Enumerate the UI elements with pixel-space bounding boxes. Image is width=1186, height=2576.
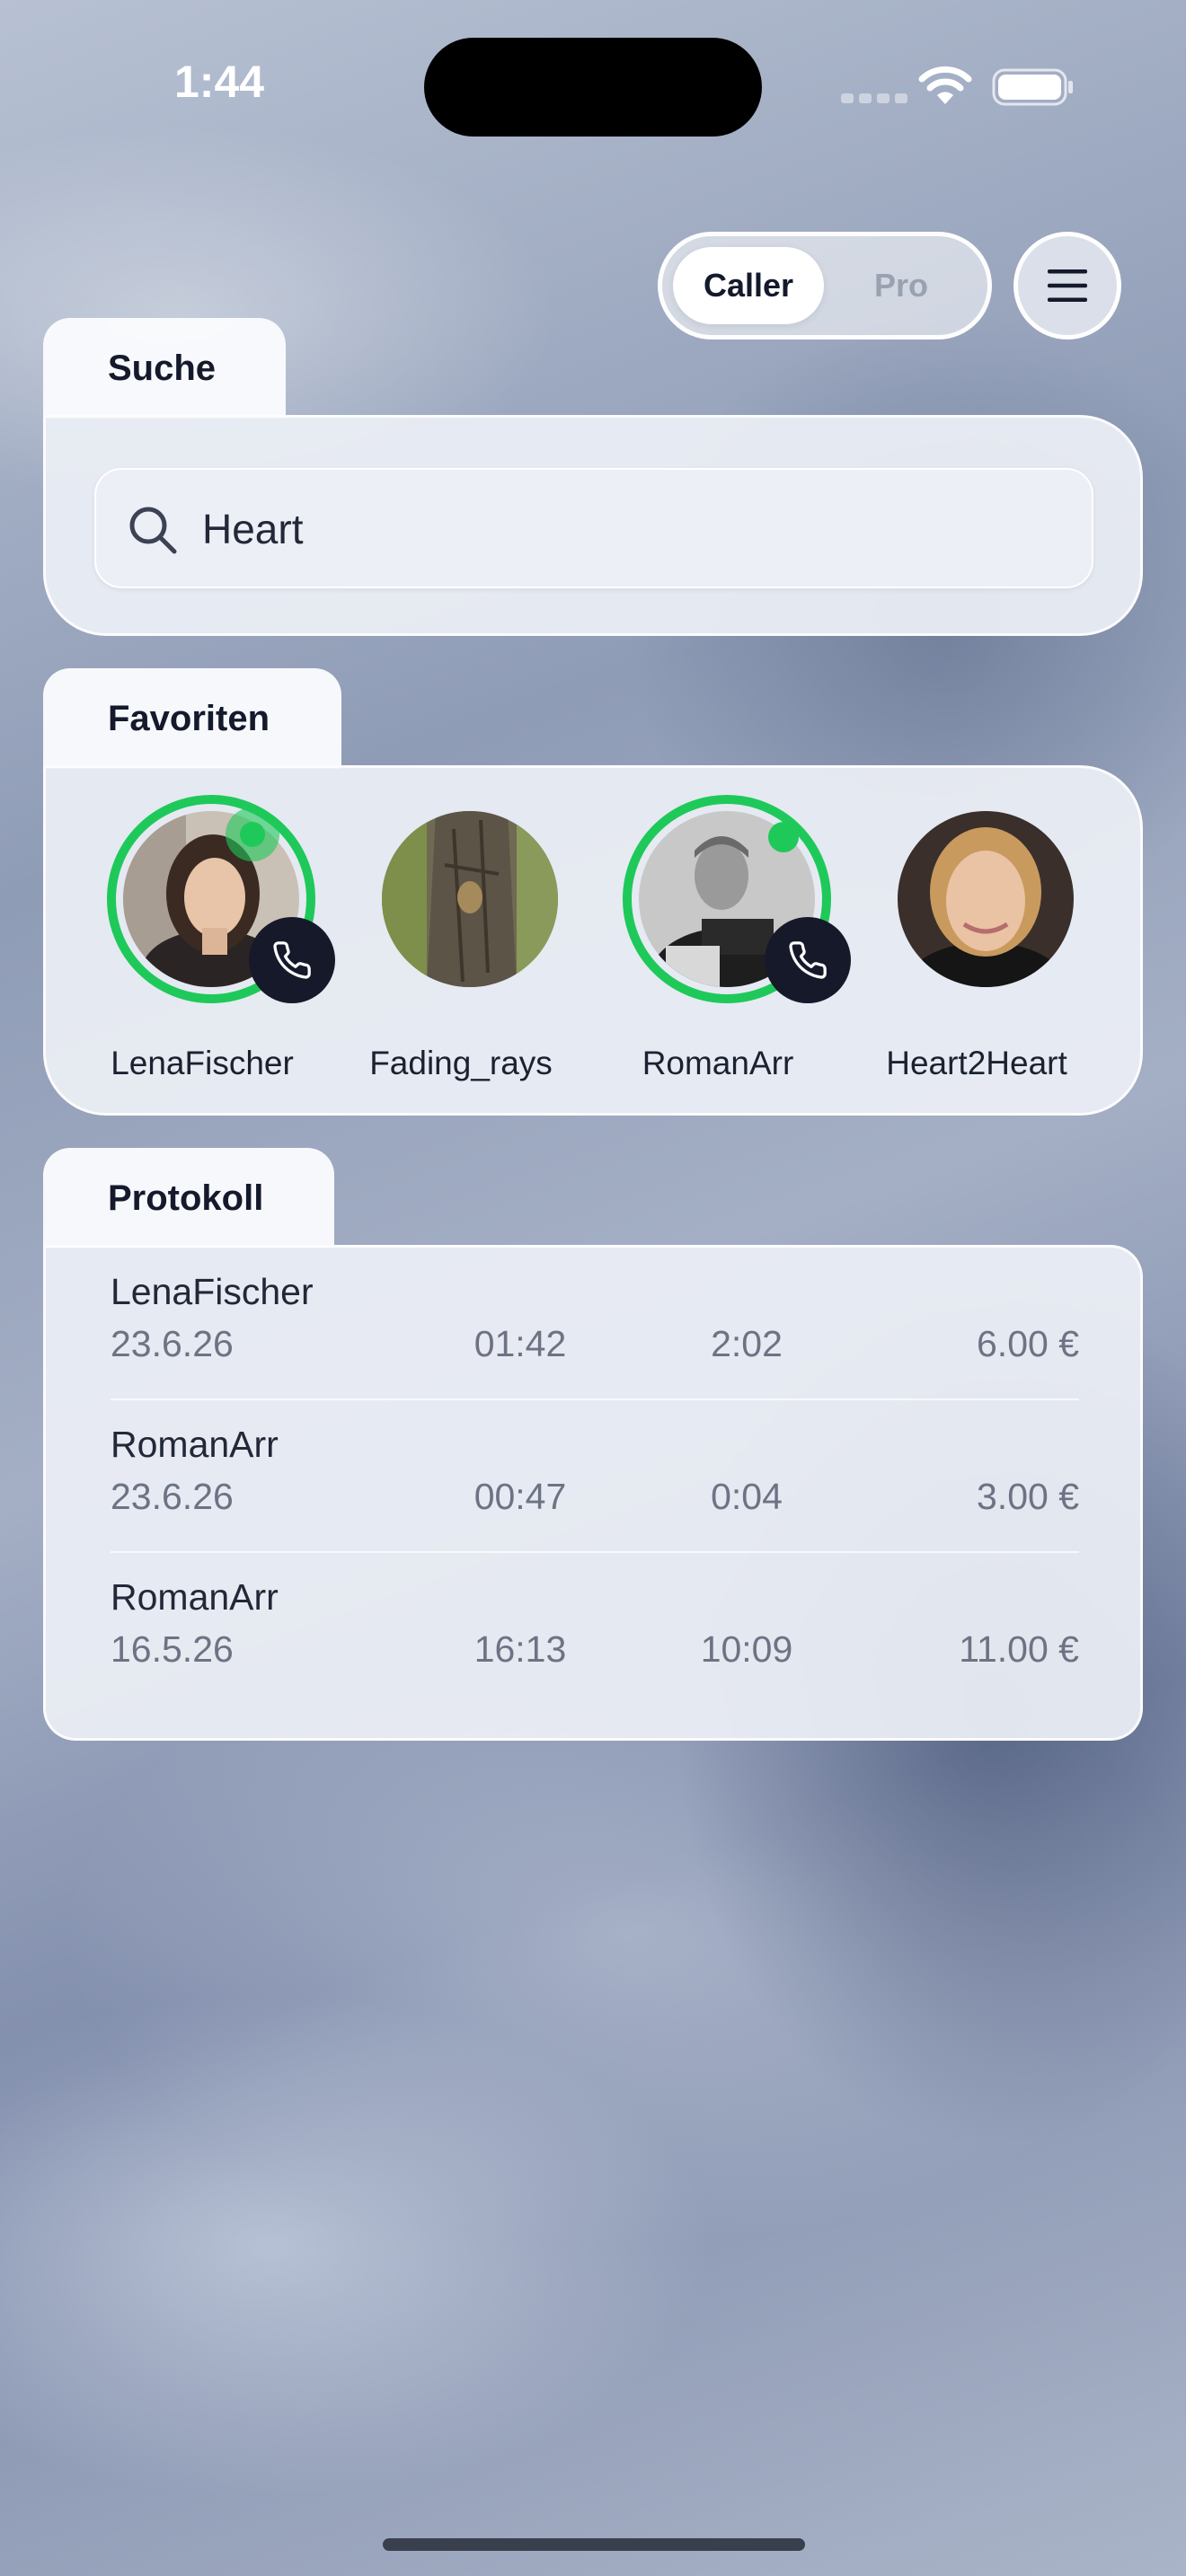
log-row-duration: 0:04 — [711, 1476, 783, 1517]
log-card: LenaFischer 23.6.26 01:42 2:02 6.00 € Ro… — [43, 1245, 1143, 1741]
log-row-price: 6.00 € — [977, 1323, 1079, 1364]
favorites-section-tab: Favoriten — [43, 668, 341, 769]
log-row-time: 00:47 — [474, 1476, 567, 1517]
home-indicator[interactable] — [383, 2538, 805, 2551]
phone-icon — [789, 941, 827, 979]
favorite-name: LenaFischer — [111, 1045, 294, 1081]
search-card — [43, 415, 1143, 636]
log-row-date: 23.6.26 — [111, 1323, 234, 1364]
log-row-date: 23.6.26 — [111, 1476, 234, 1517]
search-section-tab: Suche — [43, 318, 286, 419]
log-row-price: 3.00 € — [977, 1476, 1079, 1517]
favorite-name: Fading_rays — [369, 1045, 553, 1081]
avatar — [898, 811, 1074, 987]
hamburger-icon — [1048, 269, 1087, 302]
log-row-time: 16:13 — [474, 1628, 567, 1670]
caller-mode-button[interactable]: Caller — [673, 247, 824, 324]
online-indicator — [768, 822, 799, 852]
mode-toggle[interactable]: Caller Pro — [658, 232, 992, 340]
status-time: 1:44 — [174, 57, 265, 107]
phone-icon — [273, 941, 311, 979]
online-indicator — [240, 822, 265, 847]
log-row-name: RomanArr — [111, 1576, 279, 1618]
pro-mode-button[interactable]: Pro — [826, 247, 977, 324]
avatar — [382, 811, 558, 987]
wifi-icon — [918, 66, 972, 104]
call-button[interactable] — [765, 917, 851, 1003]
dynamic-island — [424, 38, 762, 137]
favorite-name: RomanArr — [642, 1045, 794, 1081]
search-icon — [129, 507, 177, 554]
log-row-duration: 10:09 — [700, 1628, 793, 1670]
favorites-card: LenaFischer Fading_rays RomanArr Heart2H… — [43, 765, 1143, 1116]
status-bar: 1:44 — [0, 0, 1186, 171]
log-row-duration: 2:02 — [711, 1323, 783, 1364]
search-input[interactable] — [202, 495, 1011, 563]
log-row-name: RomanArr — [111, 1424, 279, 1465]
log-section-tab: Protokoll — [43, 1148, 334, 1248]
log-row-date: 16.5.26 — [111, 1628, 234, 1670]
log-row[interactable]: RomanArr 23.6.26 00:47 0:04 3.00 € — [111, 1400, 1126, 1553]
cellular-signal-icon — [841, 93, 907, 103]
call-button[interactable] — [249, 917, 335, 1003]
log-row-name: LenaFischer — [111, 1271, 314, 1312]
log-row-time: 01:42 — [474, 1323, 567, 1364]
log-row[interactable]: LenaFischer 23.6.26 01:42 2:02 6.00 € — [111, 1248, 1126, 1400]
menu-button[interactable] — [1013, 232, 1121, 340]
log-row-price: 11.00 € — [959, 1628, 1079, 1670]
search-field[interactable] — [94, 468, 1093, 588]
favorite-name: Heart2Heart — [886, 1045, 1067, 1081]
battery-icon — [992, 68, 1073, 106]
log-row[interactable]: RomanArr 16.5.26 16:13 10:09 11.00 € — [111, 1553, 1126, 1706]
